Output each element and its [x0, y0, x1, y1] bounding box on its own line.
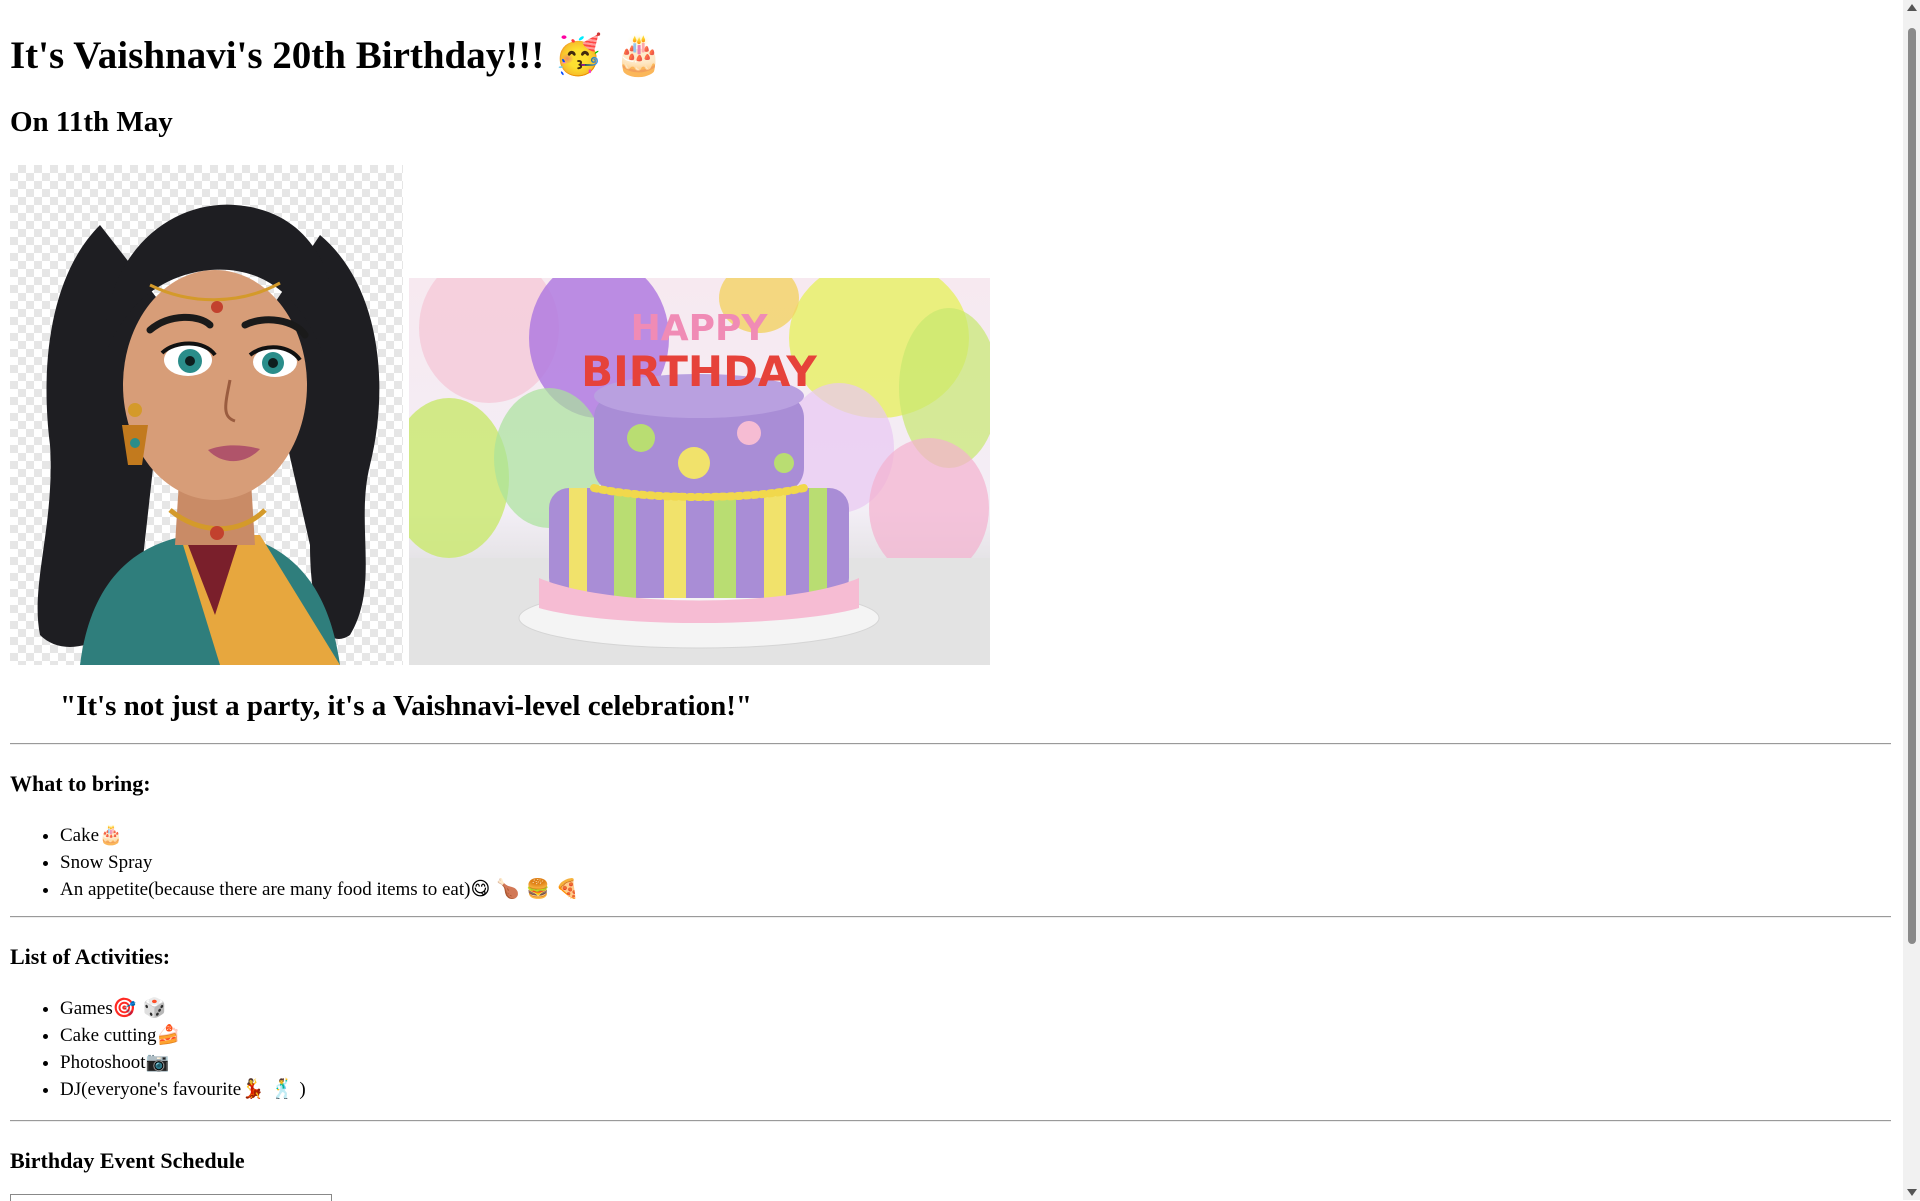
party-face-cake-icon: 🥳 🎂 [553, 33, 664, 78]
list-item-text: Cake [60, 825, 100, 846]
scrollbar-thumb[interactable] [1908, 28, 1916, 944]
party-quote: "It's not just a party, it's a Vaishnavi… [60, 690, 752, 722]
camera-icon: 📷 [145, 1051, 170, 1073]
title-text: It's Vaishnavi's 20th Birthday!!! [10, 34, 545, 77]
cake-illustration: HAPPY BIRTHDAY [409, 278, 990, 665]
page-title: It's Vaishnavi's 20th Birthday!!! 🥳 🎂 [10, 32, 664, 78]
scroll-up-arrow-icon[interactable] [1907, 4, 1917, 11]
list-item-text: Cake cutting [60, 1025, 157, 1046]
cake-candle-text-happy: HAPPY [631, 308, 769, 349]
cake-image: HAPPY BIRTHDAY [409, 278, 990, 665]
list-item: DJ(everyone's favourite💃 🕺 ) [60, 1076, 306, 1103]
bring-list: Cake🎂 Snow Spray An appetite(because the… [10, 822, 579, 903]
divider [10, 916, 1891, 918]
portrait-illustration [37, 204, 380, 665]
cake-candle-text-birthday: BIRTHDAY [581, 347, 817, 396]
divider [10, 1120, 1891, 1122]
portrait-image [10, 165, 403, 665]
list-item: Snow Spray [60, 849, 579, 876]
list-item-text: An appetite(because there are many food … [60, 879, 471, 900]
list-item: Photoshoot📷 [60, 1049, 306, 1076]
dancers-icons: 💃 🕺 [241, 1078, 295, 1100]
bring-heading: What to bring: [10, 771, 151, 796]
list-item: Cake🎂 [60, 822, 579, 849]
activities-heading: List of Activities: [10, 944, 171, 969]
games-icons: 🎯 🎲 [112, 997, 167, 1019]
divider [10, 743, 1891, 745]
list-item: Games🎯 🎲 [60, 995, 306, 1022]
list-item-text: Photoshoot [60, 1052, 146, 1073]
vertical-scrollbar[interactable] [1903, 0, 1920, 1200]
cake-icon: 🎂 [99, 824, 123, 846]
list-item-text: DJ(everyone's favourite [60, 1079, 242, 1100]
schedule-heading: Birthday Event Schedule [10, 1148, 245, 1173]
list-item-text: Games [60, 998, 113, 1019]
list-item: An appetite(because there are many food … [60, 876, 579, 903]
scroll-down-arrow-icon[interactable] [1907, 1189, 1917, 1196]
list-item-suffix: ) [294, 1079, 306, 1100]
list-item: Cake cutting🍰 [60, 1022, 306, 1049]
event-date: On 11th May [10, 106, 173, 138]
activities-list: Games🎯 🎲 Cake cutting🍰 Photoshoot📷 DJ(ev… [10, 995, 306, 1103]
cake-slice-icon: 🍰 [156, 1024, 181, 1046]
image-row: HAPPY BIRTHDAY [10, 165, 1010, 665]
list-item-text: Snow Spray [60, 852, 153, 873]
food-icons: 😋 🍗 🍔 🍕 [470, 878, 580, 900]
